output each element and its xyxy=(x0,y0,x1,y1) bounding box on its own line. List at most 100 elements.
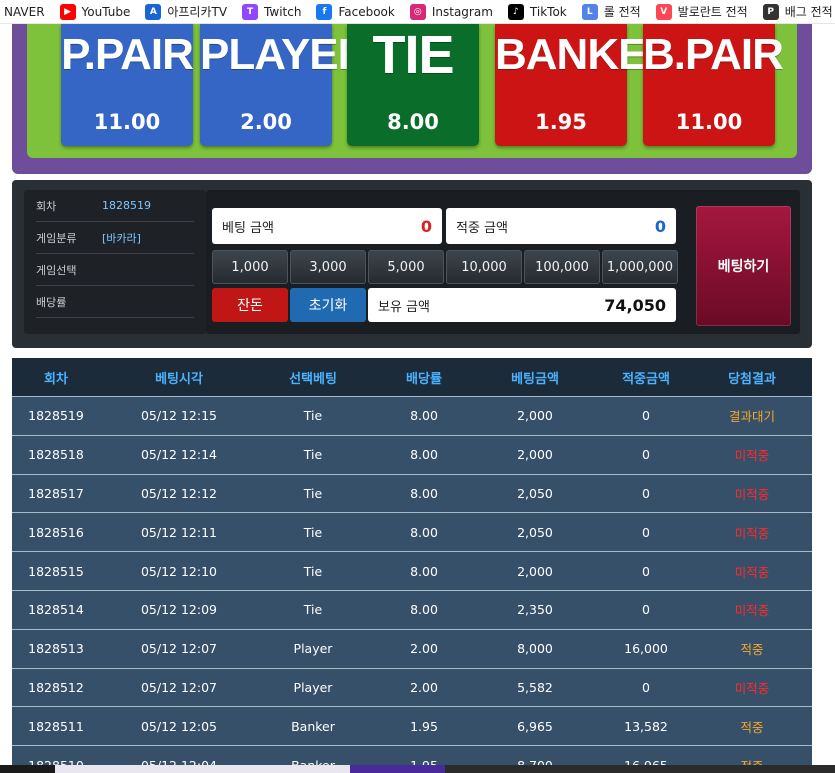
table-cell: 05/12 12:10 xyxy=(140,563,218,579)
change-button[interactable]: 잔돈 xyxy=(212,288,288,322)
valorant-icon: V xyxy=(655,3,672,20)
bet-amount-label: 베팅 금액 xyxy=(222,220,274,236)
odd-banker-pair-button[interactable]: B.PAIR 11.00 xyxy=(643,24,784,146)
table-cell: 2,000 xyxy=(517,563,553,579)
bookmark-item[interactable]: A 아프리카TV xyxy=(145,3,227,20)
table-cell: 적중 xyxy=(740,642,764,658)
table-cell: Tie xyxy=(303,485,323,501)
odd-name: PLAYER xyxy=(200,30,369,79)
table-row: 1828518 05/12 12:14 Tie 8.00 2,000 0 미적중 xyxy=(12,434,812,474)
bookmark-item[interactable]: ◎ Instagram xyxy=(409,3,493,20)
chip-5000-button[interactable]: 5,000 xyxy=(368,250,444,284)
odd-value: 11.00 xyxy=(93,110,161,134)
table-row: 1828514 05/12 12:09 Tie 8.00 2,350 0 미적중 xyxy=(12,589,812,629)
info-value: 1828519 xyxy=(102,199,151,212)
odd-player-pair-button[interactable]: P.PAIR 11.00 xyxy=(61,24,194,146)
table-cell: 결과대기 xyxy=(728,409,775,425)
reset-button[interactable]: 초기화 xyxy=(290,288,366,322)
table-cell: Player xyxy=(293,641,333,657)
table-cell: 미적중 xyxy=(734,564,770,580)
bet-amount-field[interactable]: 베팅 금액 0 xyxy=(212,208,442,244)
info-label: 게임선택 xyxy=(36,263,77,277)
bookmark-item[interactable]: T Twitch xyxy=(242,3,301,20)
afreecatv-icon: A xyxy=(145,3,162,20)
bet-history-table: 회차 베팅시각 선택베팅 배당률 베팅금액 적중금액 당첨결과 1828519 0… xyxy=(12,358,812,773)
win-amount-field: 적중 금액 0 xyxy=(446,208,676,244)
chip-1000-button[interactable]: 1,000 xyxy=(212,250,288,284)
table-cell: 1.95 xyxy=(410,718,438,734)
table-cell: 8,000 xyxy=(517,641,553,657)
table-cell: 05/12 12:09 xyxy=(140,602,218,618)
info-label: 게임분류 xyxy=(36,231,77,245)
column-header: 당첨결과 xyxy=(728,371,776,387)
chip-3000-button[interactable]: 3,000 xyxy=(290,250,366,284)
odd-name: P.PAIR xyxy=(61,30,194,79)
bookmark-item[interactable]: ♪ TikTok xyxy=(507,3,567,20)
table-cell: Tie xyxy=(303,524,323,540)
table-cell: 8.00 xyxy=(410,485,438,501)
column-header: 적중금액 xyxy=(622,371,670,387)
chip-100000-button[interactable]: 100,000 xyxy=(524,250,600,284)
table-cell: 2.00 xyxy=(410,679,438,695)
chip-1000000-button[interactable]: 1,000,000 xyxy=(602,250,678,284)
bookmark-item[interactable]: P 배그 전적 xyxy=(762,3,833,20)
bookmark-label: TikTok xyxy=(529,4,567,19)
table-cell: 2,000 xyxy=(517,408,553,424)
bottom-strip xyxy=(0,765,835,773)
table-cell: 1828515 xyxy=(28,563,84,579)
table-cell: 8.00 xyxy=(410,447,438,463)
info-select: 게임선택 xyxy=(36,254,194,286)
table-cell: 2,000 xyxy=(517,447,553,463)
balance-value: 74,050 xyxy=(604,295,666,315)
odd-banker-button[interactable]: BANKER 1.95 xyxy=(495,24,678,146)
info-rate: 배당률 xyxy=(36,286,194,318)
place-bet-button[interactable]: 베팅하기 xyxy=(696,206,791,326)
odd-name: B.PAIR xyxy=(643,30,784,79)
bet-panel: 회차 1828519 게임분류 [바카라] 게임선택 배당률 베팅 금액 0 적… xyxy=(12,180,812,348)
odd-value: 11.00 xyxy=(675,110,743,134)
bookmark-label: 롤 전적 xyxy=(603,5,641,19)
table-cell: 0 xyxy=(642,679,650,695)
info-label: 회차 xyxy=(36,199,57,213)
bookmark-label: Instagram xyxy=(431,4,493,19)
odd-value: 1.95 xyxy=(535,110,587,134)
bookmark-label: Facebook xyxy=(338,4,395,19)
table-cell: Tie xyxy=(303,408,323,424)
bookmark-item[interactable]: L 롤 전적 xyxy=(581,3,641,20)
table-cell: 0 xyxy=(642,408,650,424)
facebook-icon: f xyxy=(316,3,333,20)
bet-amount-value: 0 xyxy=(420,216,432,236)
odd-value: 8.00 xyxy=(387,110,439,134)
bookmark-item[interactable]: ▶ YouTube xyxy=(59,3,130,20)
table-row: 1828515 05/12 12:10 Tie 8.00 2,000 0 미적중 xyxy=(12,551,812,590)
bookmark-label: 발로란트 전적 xyxy=(677,5,748,19)
table-cell: 미적중 xyxy=(734,486,770,502)
odd-player-button[interactable]: PLAYER 2.00 xyxy=(200,24,369,146)
odd-tie-button[interactable]: TIE 8.00 xyxy=(347,24,479,146)
table-cell: 1828519 xyxy=(28,408,84,424)
table-cell: 미적중 xyxy=(734,680,770,696)
table-cell: 1828512 xyxy=(28,679,84,695)
table-cell: 적중 xyxy=(740,719,764,735)
table-cell: 05/12 12:07 xyxy=(140,679,218,695)
table-row: 1828512 05/12 12:07 Player 2.00 5,582 0 미적중 xyxy=(12,667,812,707)
table-cell: 2,350 xyxy=(517,602,553,618)
table-cell: 1828514 xyxy=(28,602,84,618)
bookmark-item[interactable]: NAVER xyxy=(4,5,45,19)
table-row: 1828516 05/12 12:11 Tie 8.00 2,050 0 미적중 xyxy=(12,512,812,551)
table-cell: 미적중 xyxy=(734,448,770,464)
bookmark-item[interactable]: f Facebook xyxy=(316,3,395,20)
chip-10000-button[interactable]: 10,000 xyxy=(446,250,522,284)
instagram-icon: ◎ xyxy=(409,3,426,20)
twitch-icon: T xyxy=(242,3,259,20)
table-row: 1828513 05/12 12:07 Player 2.00 8,000 16,000 적… xyxy=(12,628,812,668)
table-cell: Player xyxy=(293,679,333,695)
bookmark-label: NAVER xyxy=(4,4,45,19)
column-header: 베팅금액 xyxy=(511,371,559,387)
table-cell: 2.00 xyxy=(410,641,438,657)
bookmark-item[interactable]: V 발로란트 전적 xyxy=(655,3,748,20)
table-row: 1828517 05/12 12:12 Tie 8.00 2,050 0 미적중 xyxy=(12,473,812,513)
lol-icon: L xyxy=(581,3,598,20)
table-cell: 미적중 xyxy=(734,603,770,619)
info-round: 회차 1828519 xyxy=(36,190,194,222)
